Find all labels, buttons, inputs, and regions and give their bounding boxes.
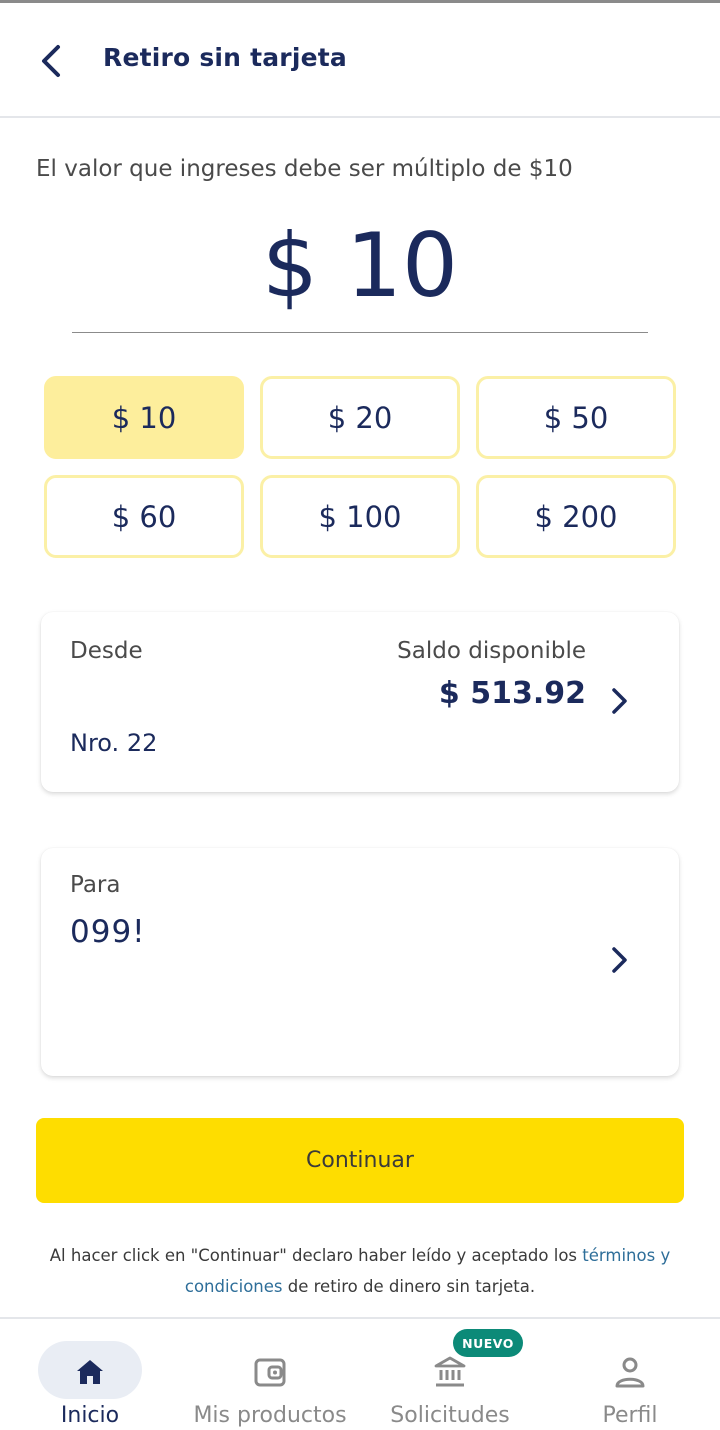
destination-card[interactable]: Para 099! xyxy=(41,848,679,1076)
amount-underline xyxy=(72,332,648,333)
source-account-card[interactable]: Desde Saldo disponible $ 513.92 Nro. 22 xyxy=(41,612,679,792)
legal-disclaimer: Al hacer click en "Continuar" declaro ha… xyxy=(40,1240,680,1302)
new-badge: NUEVO xyxy=(453,1329,523,1357)
quick-amount-50[interactable]: $ 50 xyxy=(476,376,676,459)
page-title: Retiro sin tarjeta xyxy=(103,43,347,72)
back-button[interactable] xyxy=(32,41,72,81)
amount-input[interactable]: $ 10 xyxy=(0,212,720,320)
balance-value: $ 513.92 xyxy=(438,676,586,711)
quick-amount-100[interactable]: $ 100 xyxy=(260,475,460,558)
user-icon xyxy=(615,1357,645,1388)
chevron-right-icon xyxy=(612,947,627,973)
wallet-icon xyxy=(254,1358,286,1387)
continue-button[interactable]: Continuar xyxy=(36,1118,684,1203)
tab-label: Mis productos xyxy=(193,1403,347,1428)
legal-text-after: de retiro de dinero sin tarjeta. xyxy=(282,1277,536,1296)
chevron-left-icon xyxy=(42,45,60,77)
tab-inicio[interactable]: Inicio xyxy=(0,1319,180,1430)
tab-perfil[interactable]: Perfil xyxy=(540,1319,720,1430)
quick-amount-200[interactable]: $ 200 xyxy=(476,475,676,558)
quick-amount-60[interactable]: $ 60 xyxy=(44,475,244,558)
balance-label: Saldo disponible xyxy=(397,638,586,664)
quick-amount-10[interactable]: $ 10 xyxy=(44,376,244,459)
tab-label: Solicitudes xyxy=(390,1403,510,1428)
source-account-number: Nro. 22 xyxy=(70,729,158,757)
destination-phone: 099! xyxy=(70,914,146,950)
tab-label: Perfil xyxy=(602,1403,658,1428)
home-icon xyxy=(77,1360,103,1384)
quick-amount-grid: $ 10 $ 20 $ 50 $ 60 $ 100 $ 200 xyxy=(44,376,676,558)
quick-amount-20[interactable]: $ 20 xyxy=(260,376,460,459)
destination-label: Para xyxy=(70,872,121,898)
bank-icon xyxy=(434,1356,466,1387)
tab-mis-productos[interactable]: Mis productos xyxy=(180,1319,360,1430)
app-header: Retiro sin tarjeta xyxy=(0,3,720,118)
legal-text-before: Al hacer click en "Continuar" declaro ha… xyxy=(49,1246,583,1265)
tab-label: Inicio xyxy=(60,1403,120,1428)
amount-hint: El valor que ingreses debe ser múltiplo … xyxy=(36,156,573,182)
source-label: Desde xyxy=(70,638,143,664)
bottom-tab-bar: Inicio Mis productos Solicitudes Perfil … xyxy=(0,1317,720,1430)
chevron-right-icon xyxy=(612,688,627,714)
